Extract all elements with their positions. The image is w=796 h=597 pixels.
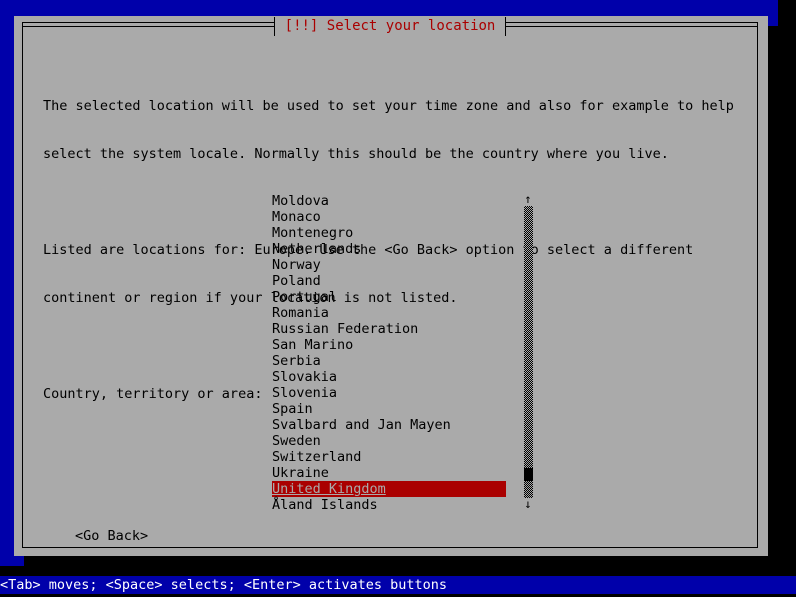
list-item-label: Russian Federation [272, 321, 419, 337]
list-item-label: Svalbard and Jan Mayen [272, 417, 451, 433]
list-item[interactable]: Serbia [272, 353, 506, 369]
list-item[interactable]: Switzerland [272, 449, 506, 465]
list-item-label: Spain [272, 401, 313, 417]
list-item[interactable]: San Marino [272, 337, 506, 353]
country-list-scrollbar[interactable]: ↑ ↓ [522, 193, 534, 511]
list-item-label: Sweden [272, 433, 321, 449]
list-item-label: Monaco [272, 209, 321, 225]
list-item-label: United Kingdom [272, 481, 386, 497]
list-item[interactable]: Montenegro [272, 225, 506, 241]
description-line-2: select the system locale. Normally this … [43, 146, 669, 162]
scroll-down-arrow-icon[interactable]: ↓ [522, 498, 534, 510]
title-rule-right [506, 25, 758, 27]
page-title: [!!] Select your location [274, 16, 506, 36]
list-item-label: San Marino [272, 337, 354, 353]
list-item[interactable]: Portugal [272, 289, 506, 305]
list-item[interactable]: Slovenia [272, 385, 506, 401]
title-rule-left [22, 25, 274, 27]
description-line-1: The selected location will be used to se… [43, 98, 734, 114]
country-list[interactable]: Moldova Monaco Montenegro Netherlands Norway… [272, 193, 506, 513]
list-item[interactable]: Norway [272, 257, 506, 273]
scroll-up-arrow-icon[interactable]: ↑ [522, 193, 534, 205]
select-location-dialog: [!!] Select your location The selected l… [14, 16, 768, 556]
list-item[interactable]: Spain [272, 401, 506, 417]
list-item[interactable]: United Kingdom [272, 481, 506, 497]
screen-right-black-band [778, 0, 796, 576]
status-bar: <Tab> moves; <Space> selects; <Enter> ac… [0, 576, 796, 594]
list-item[interactable]: Romania [272, 305, 506, 321]
scrollbar-track-lower[interactable] [524, 481, 533, 498]
screen-bottom-black-band [0, 566, 796, 576]
list-item-label: Switzerland [272, 449, 362, 465]
list-item[interactable]: Sweden [272, 433, 506, 449]
list-item-label: Serbia [272, 353, 321, 369]
list-item-label: Montenegro [272, 225, 354, 241]
list-item[interactable]: Monaco [272, 209, 506, 225]
installer-screen: [!!] Select your location The selected l… [0, 0, 796, 597]
list-item[interactable]: Ukraine [272, 465, 506, 481]
list-item-label: Slovenia [272, 385, 338, 401]
list-item-label: Ukraine [272, 465, 329, 481]
dialog-title-bar: [!!] Select your location [22, 16, 758, 36]
scrollbar-track-upper[interactable] [524, 206, 533, 468]
list-item[interactable]: Moldova [272, 193, 506, 209]
list-item-label: Portugal [272, 289, 338, 305]
list-item-label: Poland [272, 273, 321, 289]
list-item[interactable]: Russian Federation [272, 321, 506, 337]
go-back-button[interactable]: <Go Back> [75, 528, 148, 544]
list-item[interactable]: Slovakia [272, 369, 506, 385]
list-item-label: Netherlands [272, 241, 362, 257]
list-item-label: Norway [272, 257, 321, 273]
list-item[interactable]: Poland [272, 273, 506, 289]
list-item-label: Moldova [272, 193, 329, 209]
list-item[interactable]: Netherlands [272, 241, 506, 257]
list-item-label: Åland Islands [272, 497, 378, 513]
list-item[interactable]: Åland Islands [272, 497, 506, 513]
list-item[interactable]: Svalbard and Jan Mayen [272, 417, 506, 433]
list-item-label: Romania [272, 305, 329, 321]
list-item-label: Slovakia [272, 369, 338, 385]
scrollbar-thumb[interactable] [524, 468, 533, 481]
